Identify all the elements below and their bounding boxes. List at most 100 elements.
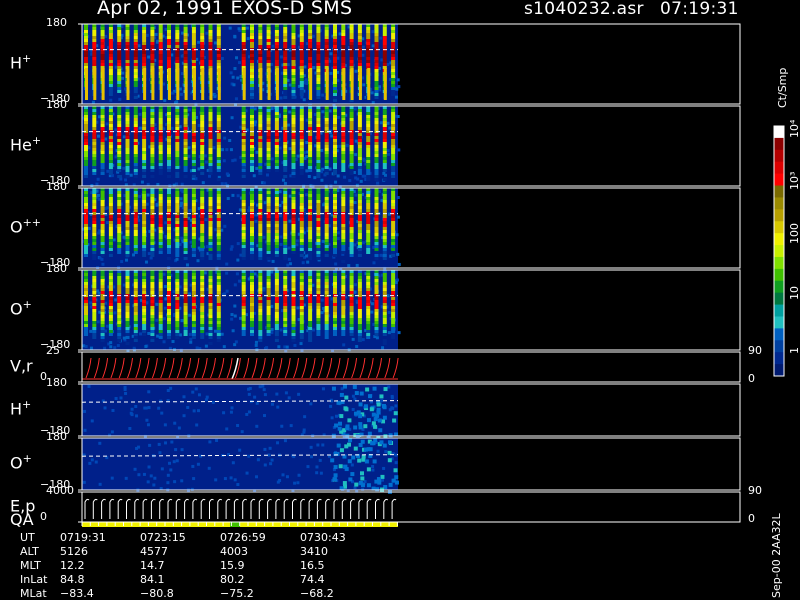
colorbar-swatch (774, 364, 784, 377)
row-label-text: H (10, 53, 23, 73)
row-label-row-oplus-2: O+ (10, 452, 32, 472)
colorbar-swatch (774, 173, 784, 187)
table-row-label: InLat (20, 573, 48, 586)
table-cell: 0719:31 (60, 531, 106, 544)
table-cell: 3410 (300, 545, 328, 558)
row-label-sup: + (22, 52, 32, 65)
right-axis-min-label: 0 (748, 372, 755, 385)
row-label-row-heplus: He+ (10, 134, 41, 154)
row-label-row-hplus-2: H+ (10, 398, 31, 418)
colorbar-swatch (774, 328, 784, 341)
row-label-text: He (10, 135, 32, 155)
colorbar-swatch (774, 304, 784, 317)
colorbar-tick-label: 10³ (788, 171, 800, 190)
row-label-sup: ++ (22, 216, 42, 229)
table-cell: 0730:43 (300, 531, 346, 544)
colorbar-swatch (774, 280, 784, 294)
colorbar (773, 125, 785, 377)
panel-heatmap (82, 24, 401, 107)
colorbar-tick-label: 1 (788, 347, 800, 354)
row-label-row-hplus: H+ (10, 52, 31, 72)
colorbar-tick-label: 100 (788, 223, 800, 244)
y-max-label: 4000 (46, 484, 74, 497)
panel-heatmap-sparse (81, 384, 399, 440)
y-max-label: 180 (46, 430, 67, 443)
table-cell: 80.2 (220, 573, 245, 586)
colorbar-swatch (774, 340, 784, 353)
table-row-label: MLat (20, 587, 47, 600)
table-row-label: ALT (20, 545, 39, 558)
colorbar-swatch (774, 233, 784, 246)
table-cell: −75.2 (220, 587, 254, 600)
row-label-row-oplusplus: O++ (10, 216, 41, 236)
colorbar-swatch (774, 245, 784, 258)
table-cell: 0726:59 (220, 531, 266, 544)
table-cell: −80.8 (140, 587, 174, 600)
row-label-text: O (10, 217, 23, 237)
table-cell: 5126 (60, 545, 88, 558)
row-label-text: V,r (10, 356, 33, 376)
table-row-label: MLT (20, 559, 41, 572)
panel-frame (81, 491, 741, 523)
file-name: s1040232.asr (524, 0, 644, 19)
right-axis-max-label: 90 (748, 484, 762, 497)
table-cell: 12.2 (60, 559, 85, 572)
row-label-text: O (10, 299, 23, 319)
colorbar-swatch (774, 221, 784, 234)
table-cell: −83.4 (60, 587, 94, 600)
y-min-label: 0 (40, 510, 47, 523)
colorbar-tick-label: 10 (788, 286, 800, 300)
colorbar-tick-label: 10⁴ (788, 119, 800, 138)
colorbar-swatch (774, 256, 784, 270)
row-label-text: O (10, 453, 23, 473)
colorbar-swatch (774, 292, 784, 306)
table-cell: −68.2 (300, 587, 334, 600)
row-label-sup: + (31, 134, 42, 147)
table-cell: 15.9 (220, 559, 245, 572)
y-max-label: 25 (46, 344, 60, 357)
panel-heatmap (82, 188, 401, 271)
panel-velocity (82, 357, 399, 380)
colorbar-swatch (774, 316, 784, 329)
row-label-row-oplus: O+ (10, 298, 32, 318)
panel-heatmap-sparse (81, 438, 399, 494)
row-label-sup: + (22, 452, 32, 465)
side-note: Sep-00 2AA32L (770, 513, 783, 598)
row-label-row-vr: V,r (10, 355, 33, 375)
plot-title: Apr 02, 1991 EXOS-D SMS (97, 0, 353, 19)
y-max-label: 180 (46, 98, 67, 111)
y-max-label: 180 (46, 180, 67, 193)
table-row-label: UT (20, 531, 35, 544)
right-axis-max-label: 90 (748, 344, 762, 357)
panel-heatmap (82, 270, 401, 353)
qa-label: QA (10, 510, 34, 529)
colorbar-unit: Ct/Smp (776, 67, 789, 108)
row-label-sup: + (22, 298, 32, 311)
right-axis-min-label: 0 (748, 512, 755, 525)
panel-heatmap (82, 106, 401, 189)
colorbar-swatch (774, 185, 784, 198)
row-label-sup: + (22, 398, 32, 411)
y-max-label: 180 (46, 262, 67, 275)
colorbar-swatch (774, 209, 784, 222)
colorbar-swatch (774, 352, 784, 365)
table-cell: 0723:15 (140, 531, 186, 544)
colorbar-swatch (774, 197, 784, 210)
colorbar-swatch (774, 268, 784, 282)
header-time: 07:19:31 (660, 0, 739, 19)
spectrogram-plot (78, 23, 785, 527)
colorbar-swatch (774, 161, 784, 175)
colorbar-swatch (774, 149, 784, 163)
table-cell: 84.8 (60, 573, 85, 586)
y-max-label: 180 (46, 16, 67, 29)
table-cell: 84.1 (140, 573, 165, 586)
table-cell: 4003 (220, 545, 248, 558)
table-cell: 14.7 (140, 559, 165, 572)
colorbar-swatch (774, 137, 784, 151)
row-label-text: H (10, 399, 23, 419)
table-cell: 74.4 (300, 573, 325, 586)
y-max-label: 180 (46, 376, 67, 389)
colorbar-swatch (774, 126, 784, 139)
table-cell: 4577 (140, 545, 168, 558)
table-cell: 16.5 (300, 559, 325, 572)
